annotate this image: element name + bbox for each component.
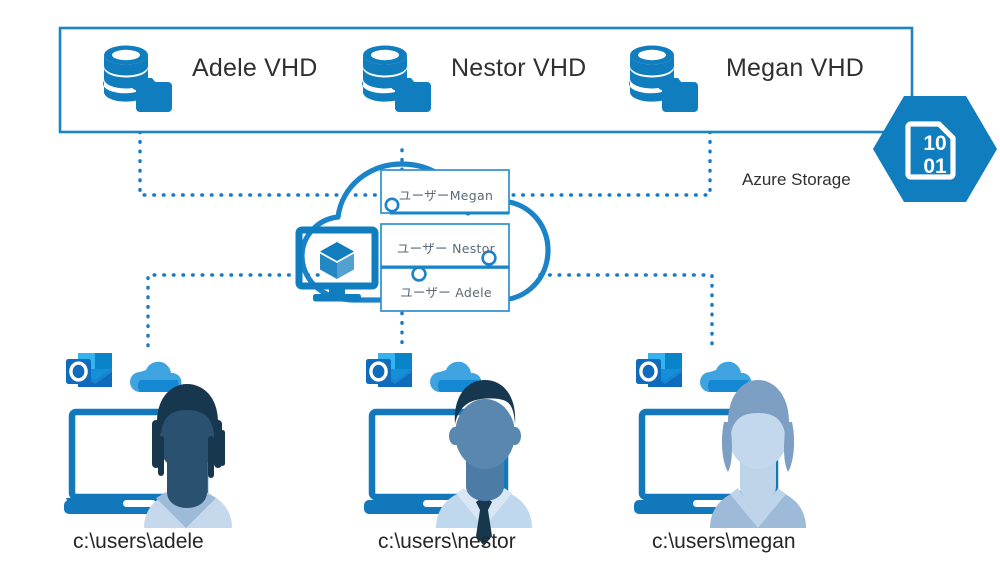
person-avatar-icon <box>710 380 806 528</box>
workstation-path-megan: c:\users\megan <box>652 530 796 553</box>
workstation-megan <box>634 353 806 528</box>
diagram-canvas: Adele VHD Nestor VHD Megan VHD 10 01 Azu… <box>0 0 1000 577</box>
outlook-icon <box>636 353 682 387</box>
